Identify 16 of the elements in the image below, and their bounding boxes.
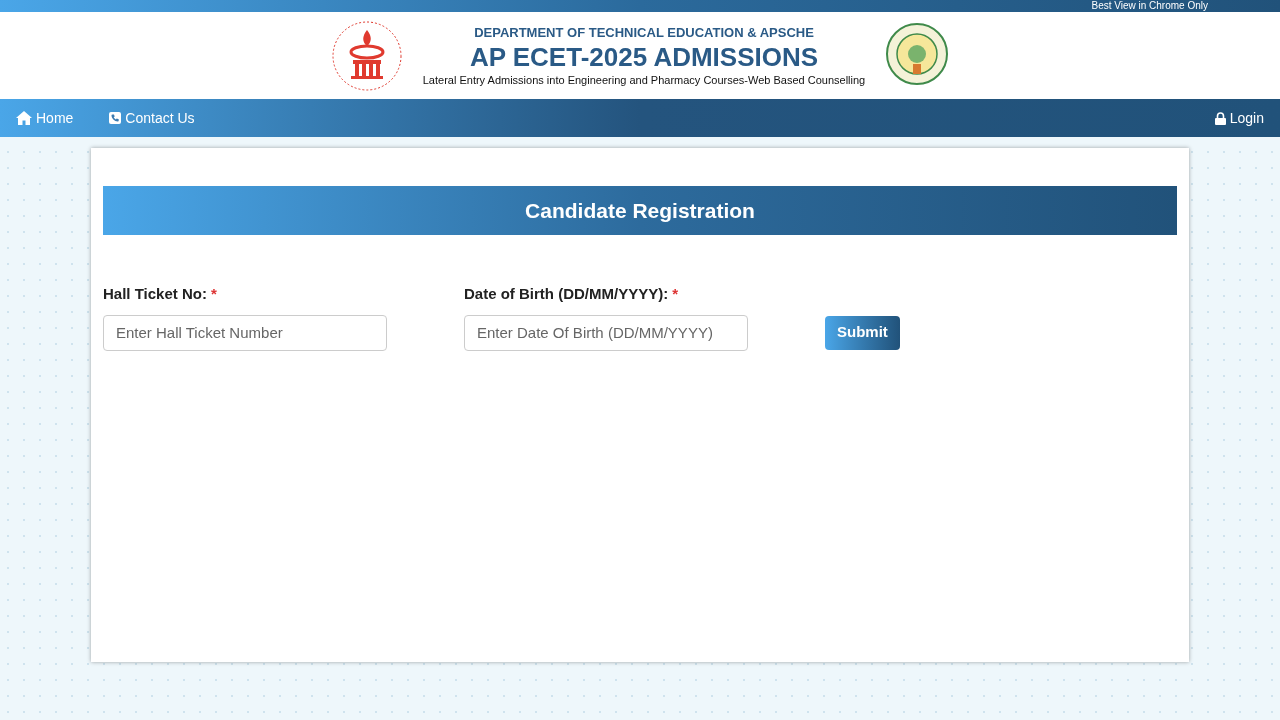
site-title: AP ECET-2025 ADMISSIONS	[469, 42, 819, 72]
phone-icon	[109, 112, 122, 124]
nav-link[interactable]: Home	[16, 107, 74, 129]
department-name: DEPARTMENT OF TECHNICAL EDUCATION & APSCHE	[474, 23, 814, 42]
field-label: Date of Birth (DD/MM/YYYY): *	[464, 284, 680, 304]
site-subtitle: Lateral Entry Admissions into Engineering and Pharmacy Courses-Web Based Counselling	[422, 73, 866, 88]
form-heading: Candidate Registration	[103, 186, 1177, 235]
login-link[interactable]: Login	[1214, 107, 1264, 129]
input-field[interactable]: Enter Hall Ticket Number	[103, 314, 387, 351]
field-label: Hall Ticket No: *	[103, 284, 218, 304]
nav-link[interactable]: Contact Us	[109, 107, 195, 129]
submit-button[interactable]: Submit	[825, 315, 900, 350]
input-field[interactable]: Enter Date Of Birth (DD/MM/YYYY)	[464, 314, 748, 351]
home-icon	[16, 111, 32, 125]
lock-icon	[1214, 111, 1226, 125]
browser-notice: Best View in Chrome Only	[1091, 0, 1208, 12]
